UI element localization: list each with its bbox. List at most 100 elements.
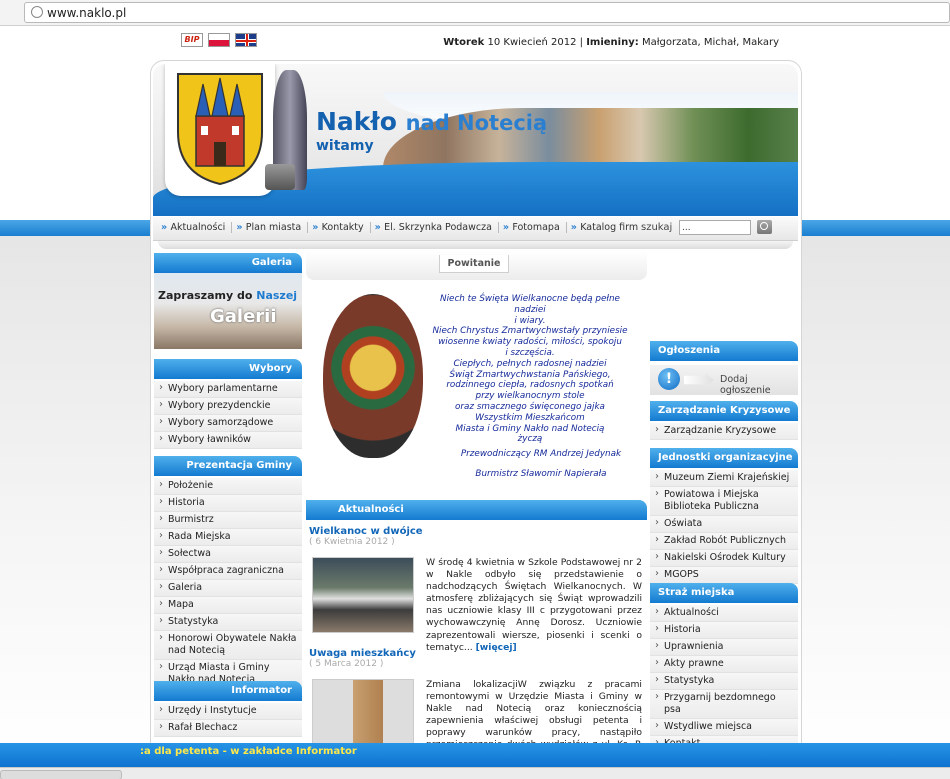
jednostki-link[interactable]: Oświata bbox=[650, 516, 798, 533]
easter-egg-image bbox=[323, 294, 423, 458]
informator-box: Informator Urzędy i Instytucje Rafał Ble… bbox=[154, 681, 302, 737]
site-greeting: witamy bbox=[316, 138, 374, 154]
site-header: Nakło nad Notecią witamy bbox=[153, 64, 798, 216]
galeria-banner-line2: Galerii bbox=[210, 306, 277, 327]
news-photo[interactable] bbox=[312, 557, 414, 633]
prezentacja-link[interactable]: Honorowi Obywatele Nakła nad Notecią bbox=[154, 631, 302, 660]
prezentacja-link[interactable]: Burmistrz bbox=[154, 512, 302, 529]
wybory-link[interactable]: Wybory parlamentarne bbox=[154, 381, 302, 398]
prezentacja-link[interactable]: Statystyka bbox=[154, 614, 302, 631]
wybory-box: Wybory Wybory parlamentarne Wybory prezy… bbox=[154, 359, 302, 449]
add-announcement[interactable]: ! Dodaj ogłoszenie bbox=[650, 365, 798, 396]
search-label: szukaj bbox=[641, 222, 673, 233]
search-icon[interactable] bbox=[757, 220, 772, 234]
date-day: Wtorek bbox=[443, 37, 485, 48]
site-title: Nakło nad Notecią bbox=[316, 107, 547, 136]
news-date: ( 5 Marca 2012 ) bbox=[309, 659, 384, 669]
greeting-text: Niech te Święta Wielkanocne będą pełne n… bbox=[432, 294, 628, 445]
wybory-heading: Wybory bbox=[154, 359, 302, 379]
prezentacja-link[interactable]: Współpraca zagraniczna bbox=[154, 563, 302, 580]
informator-link[interactable]: Urzędy i Instytucje bbox=[154, 703, 302, 720]
prezentacja-link[interactable]: Sołectwa bbox=[154, 546, 302, 563]
kryzysowe-heading: Zarządzanie Kryzysowe bbox=[650, 401, 798, 421]
jednostki-link[interactable]: Zakład Robót Publicznych bbox=[650, 533, 798, 550]
jednostki-heading: Jednostki organizacyjne bbox=[650, 448, 798, 468]
status-tab bbox=[0, 770, 122, 779]
prezentacja-link[interactable]: Historia bbox=[154, 495, 302, 512]
news-title[interactable]: Wielkanoc w dwójce bbox=[309, 526, 647, 537]
address-field[interactable]: www.naklo.pl bbox=[24, 2, 950, 23]
news-ticker[interactable]: :a dla petenta - w zakładce Informator bbox=[0, 743, 950, 767]
browser-status-bar bbox=[0, 767, 950, 779]
ogloszenia-heading: Ogłoszenia bbox=[650, 341, 798, 361]
prezentacja-box: Prezentacja Gminy Położenie Historia Bur… bbox=[154, 456, 302, 689]
kryzysowe-link[interactable]: Zarządzanie Kryzysowe bbox=[650, 423, 798, 440]
signature-chairman: Przewodniczący RM Andrzej Jedynak bbox=[460, 449, 622, 459]
straz-link[interactable]: Uprawnienia bbox=[650, 639, 798, 656]
nav-footer-strip bbox=[158, 241, 793, 249]
nav-item-aktualnosci[interactable]: Aktualności bbox=[157, 222, 231, 233]
tab-powitanie[interactable]: Powitanie bbox=[439, 255, 509, 273]
coat-of-arms-panel bbox=[165, 64, 275, 196]
url-text[interactable]: www.naklo.pl bbox=[47, 6, 126, 20]
add-announcement-label: Dodaj ogłoszenie bbox=[720, 374, 771, 396]
coat-of-arms-icon[interactable] bbox=[170, 70, 270, 188]
galeria-heading[interactable]: Galeria bbox=[154, 253, 302, 273]
greeting-tab-bar: Powitanie bbox=[306, 252, 647, 280]
prezentacja-heading: Prezentacja Gminy bbox=[154, 456, 302, 476]
nav-item-skrzynka[interactable]: El. Skrzynka Podawcza bbox=[369, 222, 498, 233]
wybory-link[interactable]: Wybory prezydenckie bbox=[154, 398, 302, 415]
english-flag-icon[interactable] bbox=[235, 33, 257, 47]
news-item: Wielkanoc w dwójce ( 6 Kwietnia 2012 ) W… bbox=[306, 526, 647, 653]
straz-link[interactable]: Akty prawne bbox=[650, 656, 798, 673]
polish-flag-icon[interactable] bbox=[208, 33, 230, 47]
straz-link[interactable]: Historia bbox=[650, 622, 798, 639]
nav-item-katalog-firm[interactable]: Katalog firm bbox=[565, 222, 644, 233]
galeria-box: Galeria Zapraszamy do Naszej Galerii bbox=[154, 253, 302, 349]
wybory-link[interactable]: Wybory ławników bbox=[154, 432, 302, 449]
jednostki-box: Jednostki organizacyjne Muzeum Ziemi Kra… bbox=[650, 448, 798, 584]
news-heading: Aktualności bbox=[306, 500, 647, 520]
nameday-names: Małgorzata, Michał, Makary bbox=[641, 37, 779, 48]
jednostki-link[interactable]: Muzeum Ziemi Krajeńskiej bbox=[650, 470, 798, 487]
informator-heading: Informator bbox=[154, 681, 302, 701]
site-title-sub: nad Notecią bbox=[405, 111, 548, 135]
site-title-main: Nakło bbox=[316, 107, 397, 136]
nav-item-fotomapa[interactable]: Fotomapa bbox=[497, 222, 566, 233]
informator-link[interactable]: Rafał Blechacz bbox=[154, 720, 302, 737]
nameday-label: Imieniny: bbox=[586, 37, 639, 48]
date-rest: 10 Kwiecień 2012 bbox=[487, 37, 577, 48]
news-summary: W środę 4 kwietnia w Szkole Podstawowej … bbox=[426, 557, 642, 653]
easter-greeting: Niech te Święta Wielkanocne będą pełne n… bbox=[306, 294, 648, 494]
globe-icon bbox=[31, 6, 43, 18]
bip-flag-icon[interactable]: BIP bbox=[181, 33, 203, 47]
galeria-banner[interactable]: Zapraszamy do Naszej Galerii bbox=[154, 273, 302, 349]
straz-link[interactable]: Przygarnij bezdomnego psa bbox=[650, 690, 798, 719]
center-column: Powitanie Niech te Święta Wielkanocne bę… bbox=[306, 252, 648, 775]
straz-link[interactable]: Statystyka bbox=[650, 673, 798, 690]
straz-link[interactable]: Aktualności bbox=[650, 605, 798, 622]
nav-item-kontakty[interactable]: Kontakty bbox=[307, 222, 369, 233]
wybory-link[interactable]: Wybory samorządowe bbox=[154, 415, 302, 432]
jednostki-link[interactable]: Powiatowa i Miejska Biblioteka Publiczna bbox=[650, 487, 798, 516]
news-date: ( 6 Kwietnia 2012 ) bbox=[309, 537, 395, 547]
ogloszenia-box: Ogłoszenia ! Dodaj ogłoszenie bbox=[650, 341, 798, 396]
read-more-link[interactable]: [więcej] bbox=[476, 642, 517, 653]
prezentacja-link[interactable]: Położenie bbox=[154, 478, 302, 495]
prezentacja-link[interactable]: Galeria bbox=[154, 580, 302, 597]
prezentacja-link[interactable]: Mapa bbox=[154, 597, 302, 614]
statue-base bbox=[265, 164, 295, 190]
date-nameday-line: Wtorek 10 Kwiecień 2012 | Imieniny: Małg… bbox=[443, 37, 779, 48]
nav-item-plan-miasta[interactable]: Plan miasta bbox=[231, 222, 307, 233]
galeria-banner-line1: Zapraszamy do Naszej bbox=[158, 289, 298, 302]
prezentacja-link[interactable]: Rada Miejska bbox=[154, 529, 302, 546]
jednostki-link[interactable]: MGOPS bbox=[650, 567, 798, 584]
browser-address-bar: www.naklo.pl bbox=[0, 0, 950, 26]
language-flags: BIP bbox=[181, 33, 257, 47]
arrow-icon bbox=[684, 373, 714, 387]
straz-link[interactable]: Wstydliwe miejsca bbox=[650, 719, 798, 736]
jednostki-link[interactable]: Nakielski Ośrodek Kultury bbox=[650, 550, 798, 567]
signature-mayor: Burmistrz Sławomir Napierała bbox=[475, 469, 607, 479]
exclamation-icon: ! bbox=[658, 368, 680, 390]
search-input[interactable] bbox=[679, 220, 751, 235]
